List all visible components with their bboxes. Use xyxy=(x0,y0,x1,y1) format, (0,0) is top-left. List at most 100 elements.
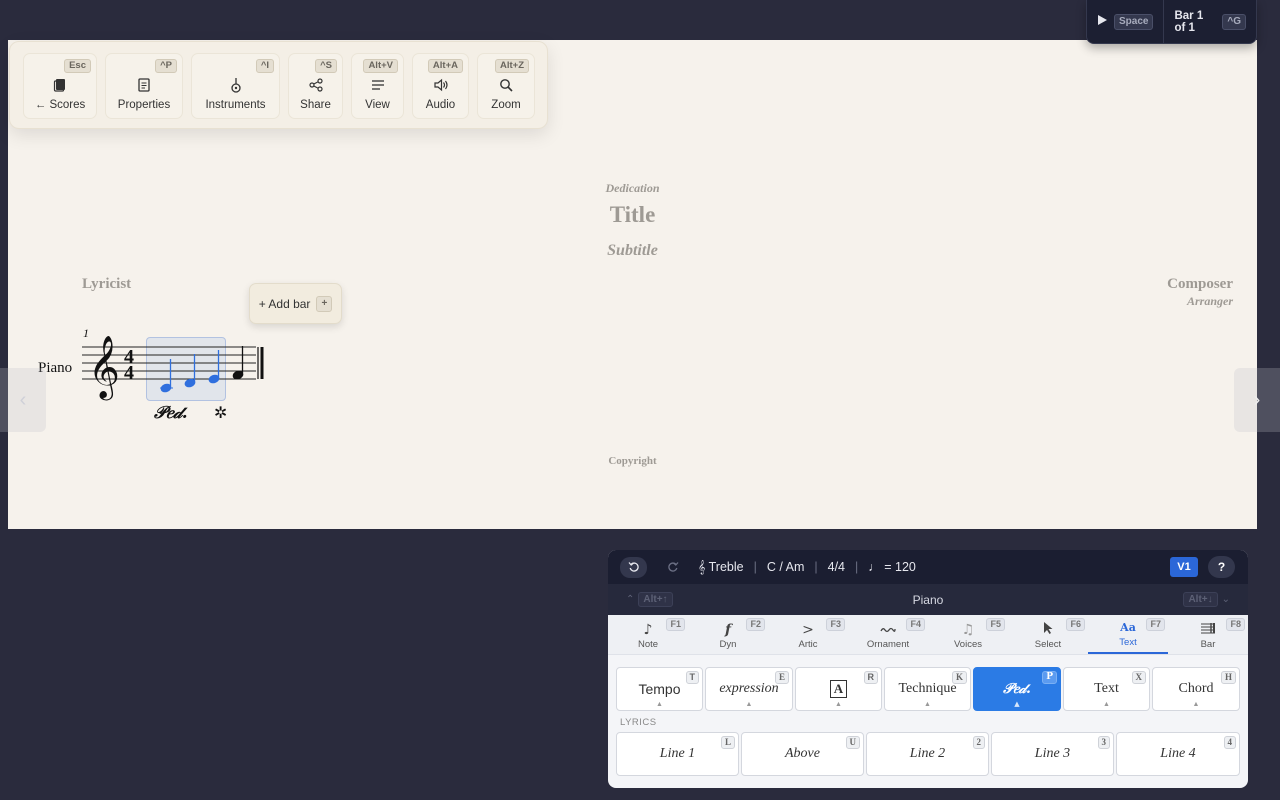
scores-button[interactable]: Esc ← Scores xyxy=(23,53,97,119)
undo-icon xyxy=(628,562,639,572)
rehearsal-mark-button[interactable]: R A ▲ xyxy=(795,667,882,711)
input-palette: 𝄞 Treble | C / Am | 4/4 | ♩ = 120 V1 ? ⌃… xyxy=(608,550,1248,788)
speaker-icon xyxy=(432,76,450,94)
play-button[interactable]: Space xyxy=(1087,0,1165,43)
lyric-line-1-label: Line 1 xyxy=(659,746,696,761)
caret-up-icon: ▲ xyxy=(656,701,663,708)
palette-instrument-name: Piano xyxy=(912,592,944,607)
chord-button[interactable]: H Chord ▲ xyxy=(1152,667,1240,711)
pedal-button[interactable]: P 𝒫𝑒𝒹. ▲ xyxy=(973,667,1061,711)
clef-indicator[interactable]: 𝄞 Treble xyxy=(698,560,744,575)
tab-ornament-label: Ornament xyxy=(866,639,910,650)
share-label: Share xyxy=(300,99,331,111)
previous-instrument-button[interactable]: ⌃ Alt+↑ xyxy=(626,592,673,607)
pedal-down-mark: 𝒫𝑒𝒹. xyxy=(153,403,188,423)
pedal-shortcut: P xyxy=(1042,671,1057,684)
lyric-line-2-button[interactable]: 2 Line 2 xyxy=(866,732,989,776)
zoom-button[interactable]: Alt+Z Zoom xyxy=(477,53,535,119)
lyric-line-3-button[interactable]: 3 Line 3 xyxy=(991,732,1114,776)
tempo-indicator[interactable]: ♩ = 120 xyxy=(868,560,916,574)
tab-select-shortcut: F6 xyxy=(1066,618,1085,631)
technique-label: Technique xyxy=(898,681,957,696)
redo-icon xyxy=(667,562,678,572)
tab-select-label: Select xyxy=(1034,639,1062,650)
time-signature: 4 4 xyxy=(124,346,134,384)
text-shortcut: X xyxy=(1131,671,1146,684)
view-shortcut: Alt+V xyxy=(363,59,398,73)
tempo-shortcut: T xyxy=(685,671,699,684)
tab-ornament[interactable]: F4 Ornament xyxy=(848,615,928,654)
transport-bar: Space Bar 1 of 1 ^G xyxy=(1086,0,1257,44)
lyric-above-button[interactable]: U Above xyxy=(741,732,864,776)
bar-icon xyxy=(1200,621,1216,639)
key-signature-indicator[interactable]: C / Am xyxy=(767,560,805,574)
undo-button[interactable] xyxy=(620,556,647,578)
add-bar-button[interactable]: + Add bar + xyxy=(249,283,342,324)
dedication-text[interactable]: Dedication xyxy=(8,181,1257,196)
voice-1-button[interactable]: V1 xyxy=(1170,557,1198,577)
expression-label: expression xyxy=(719,681,779,696)
tab-text[interactable]: F7 Aa Text xyxy=(1088,615,1168,654)
arranger-text[interactable]: Arranger xyxy=(1187,294,1233,309)
tab-voices-shortcut: F5 xyxy=(986,618,1005,631)
tab-bar[interactable]: F8 Bar xyxy=(1168,615,1248,654)
previous-page-button[interactable]: ‹ xyxy=(0,368,46,432)
tab-dyn-label: Dyn xyxy=(719,639,737,650)
tempo-text-button[interactable]: T Tempo ▲ xyxy=(616,667,703,711)
caret-up-icon: ▲ xyxy=(1103,700,1110,708)
tab-artic[interactable]: F3 > Artic xyxy=(768,615,848,654)
play-icon xyxy=(1097,13,1108,31)
add-bar-label: + Add bar xyxy=(258,296,311,311)
tab-note-shortcut: F1 xyxy=(666,618,685,631)
copyright-text[interactable]: Copyright xyxy=(8,455,1257,467)
caret-up-icon: ▲ xyxy=(745,700,753,708)
lyric-line-3-label: Line 3 xyxy=(1034,746,1071,761)
score-title[interactable]: Title xyxy=(8,202,1257,228)
share-shortcut: ^S xyxy=(315,59,337,73)
tab-dyn[interactable]: F2 f Dyn xyxy=(688,615,768,654)
tab-note-label: Note xyxy=(637,639,659,650)
properties-shortcut: ^P xyxy=(155,59,177,73)
time-signature-indicator[interactable]: 4/4 xyxy=(828,560,845,574)
lyric-line-4-button[interactable]: 4 Line 4 xyxy=(1116,732,1240,776)
lyricist-text[interactable]: Lyricist xyxy=(82,276,131,293)
next-instrument-button[interactable]: Alt+↓ ⌄ xyxy=(1183,592,1230,607)
next-page-button[interactable]: › xyxy=(1234,368,1280,432)
lyric-above-label: Above xyxy=(785,746,820,761)
rehearsal-mark-label: A xyxy=(829,680,848,698)
tab-artic-shortcut: F3 xyxy=(826,618,845,631)
bar-position-button[interactable]: Bar 1 of 1 ^G xyxy=(1164,10,1256,34)
caret-up-icon: ▲ xyxy=(1192,700,1200,708)
lyric-line-4-label: Line 4 xyxy=(1160,746,1196,761)
lyric-line-1-shortcut: L xyxy=(720,736,735,749)
redo-button[interactable] xyxy=(659,557,686,578)
chevron-up-icon: ⌃ xyxy=(626,594,635,605)
help-button[interactable]: ? xyxy=(1208,556,1235,578)
staff[interactable]: 𝄞 4 4 𝒫𝑒𝒹. ✲ xyxy=(80,335,270,425)
audio-button[interactable]: Alt+A Audio xyxy=(412,53,469,119)
text-button[interactable]: X Text ▲ xyxy=(1063,667,1150,711)
lyric-above-shortcut: U xyxy=(845,736,860,749)
tab-voices-label: Voices xyxy=(954,639,982,650)
score-subtitle[interactable]: Subtitle xyxy=(8,242,1257,260)
audio-shortcut: Alt+A xyxy=(427,59,463,73)
expression-text-button[interactable]: E expression ▲ xyxy=(705,667,793,711)
properties-button[interactable]: ^P Properties xyxy=(105,53,183,119)
bar-position-text: Bar 1 of 1 xyxy=(1174,9,1204,34)
instruments-button[interactable]: ^I Instruments xyxy=(191,53,280,119)
lyric-line-1-button[interactable]: L Line 1 xyxy=(616,732,739,776)
palette-status-bar: 𝄞 Treble | C / Am | 4/4 | ♩ = 120 V1 ? xyxy=(608,550,1248,584)
share-button[interactable]: ^S Share xyxy=(288,53,343,119)
pedal-up-mark: ✲ xyxy=(214,403,227,422)
trill-icon xyxy=(880,621,896,639)
rehearsal-mark-shortcut: R xyxy=(863,671,878,684)
view-button[interactable]: Alt+V View xyxy=(351,53,404,119)
tab-select[interactable]: F6 Select xyxy=(1008,615,1088,654)
chevron-right-icon: › xyxy=(1253,388,1261,411)
chord-label: Chord xyxy=(1178,681,1214,696)
tab-note[interactable]: F1 ♪ Note xyxy=(608,615,688,654)
play-shortcut: Space xyxy=(1114,13,1154,30)
technique-text-button[interactable]: K Technique ▲ xyxy=(884,667,971,711)
composer-text[interactable]: Composer xyxy=(1167,276,1233,293)
tab-voices[interactable]: F5 ♫ Voices xyxy=(928,615,1008,654)
